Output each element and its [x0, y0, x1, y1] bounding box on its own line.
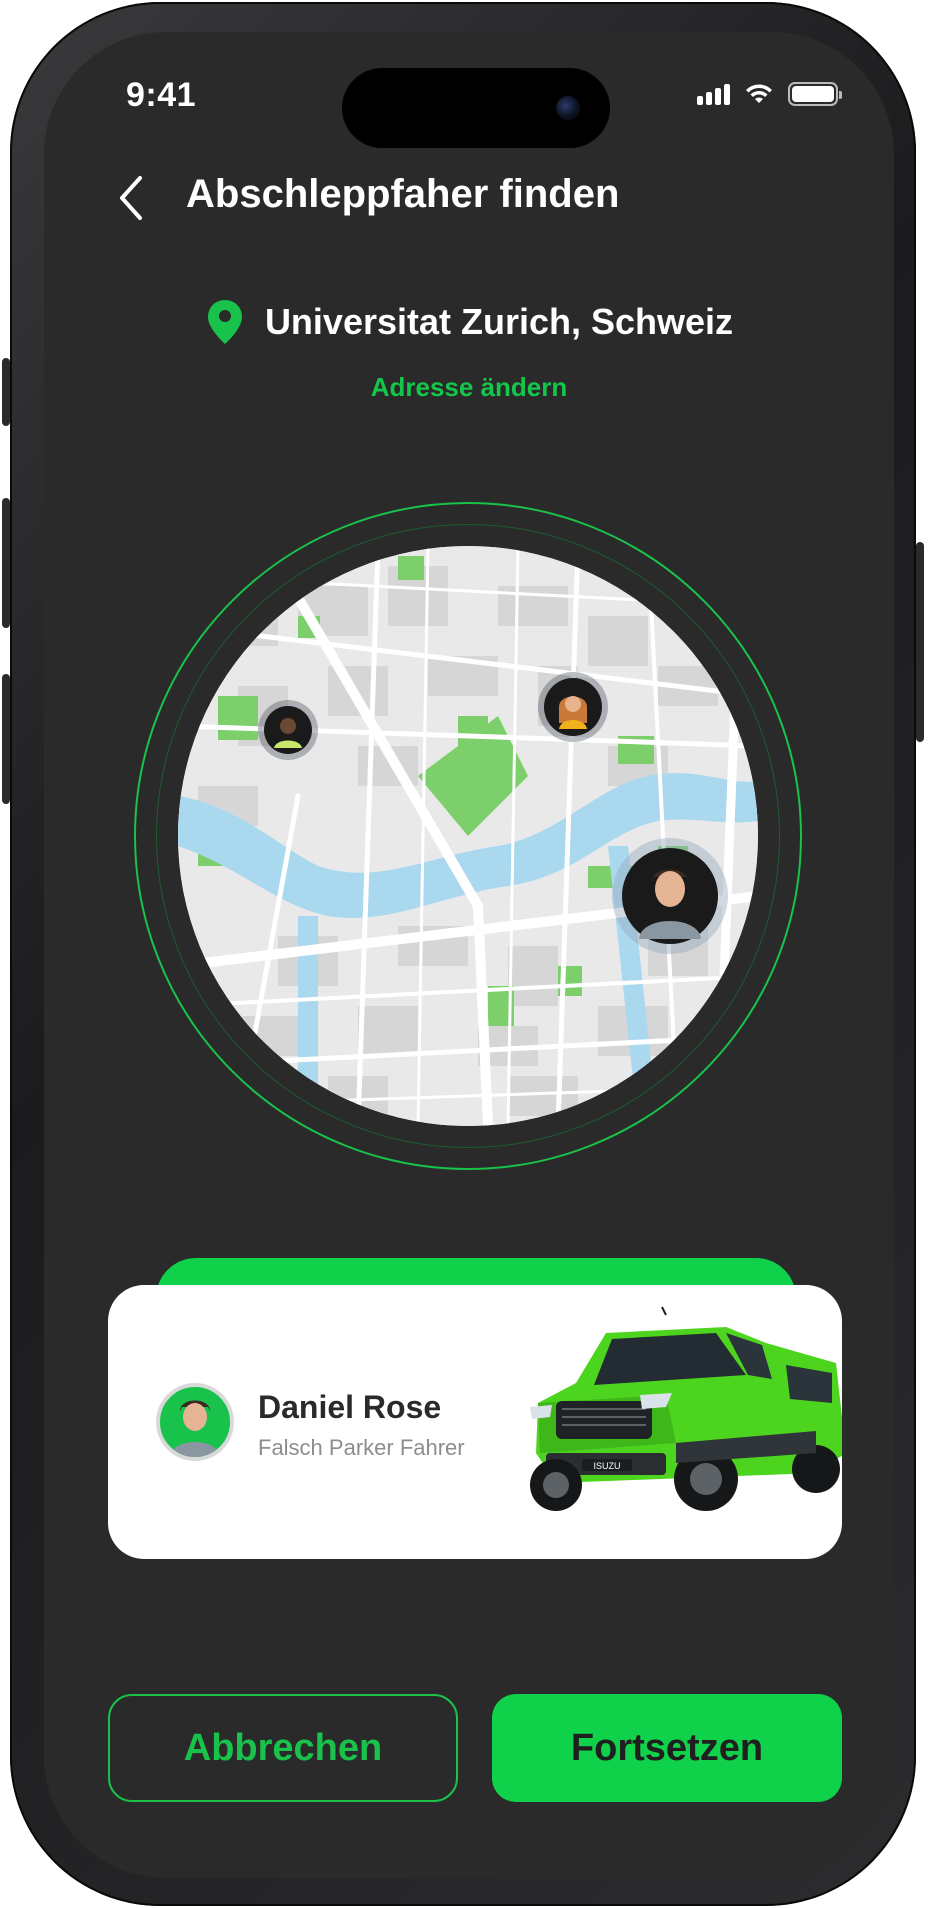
volume-down-button [2, 674, 10, 804]
driver-role: Falsch Parker Fahrer [258, 1435, 465, 1460]
power-button [916, 542, 924, 742]
camera-icon [556, 96, 580, 120]
screen: 9:41 Abschleppfaher finden Universitat Z… [44, 32, 894, 1878]
dynamic-island [342, 68, 610, 148]
location-pin-icon [207, 300, 242, 344]
map-view[interactable] [178, 546, 758, 1126]
signal-icon [697, 83, 730, 105]
cancel-button[interactable]: Abbrechen [108, 1694, 458, 1802]
phone-frame: 9:41 Abschleppfaher finden Universitat Z… [2, 2, 924, 1906]
status-icons [697, 82, 842, 106]
address-text: Universitat Zurich, Schweiz [264, 301, 734, 342]
wifi-icon [746, 84, 772, 103]
person-icon [274, 718, 302, 748]
driver-avatar-selected[interactable] [622, 848, 718, 944]
person-icon [170, 1400, 220, 1457]
continue-button[interactable]: Fortsetzen [492, 1694, 842, 1802]
truck-image: ISUZU [530, 1306, 842, 1511]
back-chevron-icon[interactable] [114, 172, 150, 224]
page-title: Abschleppfaher finden [186, 172, 620, 216]
change-address-link[interactable]: Adresse ändern [44, 372, 894, 403]
driver-name: Daniel Rose [258, 1389, 442, 1425]
driver-avatar [156, 1383, 234, 1461]
volume-up-button [2, 498, 10, 628]
driver-avatar-2[interactable] [544, 678, 602, 736]
silent-switch [2, 358, 10, 426]
map-graphic [178, 546, 758, 1126]
location-row: Universitat Zurich, Schweiz [44, 298, 894, 346]
person-icon [559, 696, 587, 729]
driver-avatar-1[interactable] [264, 706, 312, 754]
person-icon [639, 869, 701, 939]
status-time: 9:41 [126, 76, 197, 114]
truck-badge-text: ISUZU [594, 1461, 621, 1471]
driver-card[interactable]: Daniel Rose Falsch Parker Fahrer ISUZU [108, 1285, 842, 1559]
battery-icon [788, 82, 842, 106]
